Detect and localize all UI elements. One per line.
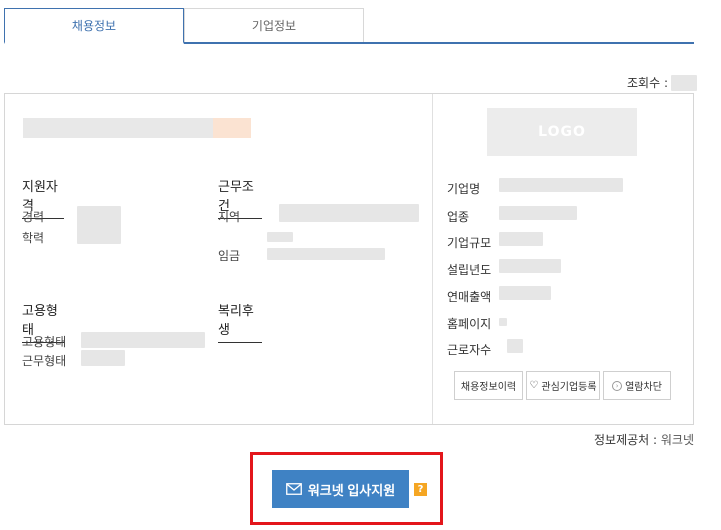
homepage-redacted	[499, 318, 507, 326]
label-company-size: 기업규모	[447, 236, 492, 250]
label-founded-year: 설립년도	[447, 263, 492, 277]
info-source: 정보제공처 : 워크넷	[594, 431, 694, 448]
apply-button[interactable]: 워크넷 입사지원	[272, 470, 409, 508]
label-education: 학력	[22, 231, 45, 245]
label-industry: 업종	[447, 210, 470, 224]
block-view-button[interactable]: › 열람차단	[603, 371, 671, 400]
view-count-value-redacted	[671, 74, 697, 91]
employment-type-value-redacted	[81, 332, 205, 348]
view-count-label: 조회수 :	[627, 76, 668, 90]
label-annual-revenue: 연매출액	[447, 290, 492, 304]
label-work-type: 근무형태	[22, 354, 67, 368]
employees-redacted	[507, 339, 523, 353]
info-source-label: 정보제공처 :	[593, 433, 658, 447]
heart-icon: ♡	[529, 380, 539, 391]
label-career: 경력	[22, 210, 45, 224]
label-employment-type: 고용형태	[22, 335, 67, 349]
info-source-value: 워크넷	[660, 433, 694, 447]
tab-bar: 채용정보 기업정보	[4, 8, 694, 44]
apply-button-label: 워크넷 입사지원	[307, 482, 396, 498]
company-name-redacted	[499, 178, 623, 192]
job-title-tag-redacted	[213, 118, 251, 138]
job-history-label: 채용정보이력	[460, 382, 517, 393]
label-region: 지역	[218, 210, 241, 224]
help-icon[interactable]: ?	[414, 483, 427, 496]
annual-revenue-redacted	[499, 286, 551, 300]
region-value-redacted	[279, 204, 419, 222]
tab-job-info[interactable]: 채용정보	[4, 8, 184, 44]
region-value-2-redacted	[267, 232, 293, 242]
label-company-name: 기업명	[447, 182, 481, 196]
favorite-company-label: 관심기업등록	[541, 382, 597, 393]
work-type-value-redacted	[81, 350, 125, 366]
section-welfare-title: 복리후생	[218, 300, 262, 343]
job-history-button[interactable]: 채용정보이력	[454, 371, 523, 400]
panel-divider	[432, 94, 433, 424]
job-detail-panel: 지원자격 경력 학력 근무조건 지역 임금 고용형태 고용형태 근무형태 복리후…	[4, 93, 694, 425]
company-logo: LOGO	[487, 108, 637, 156]
qualification-values-redacted	[77, 206, 121, 244]
envelope-icon	[285, 483, 302, 495]
block-icon: ›	[612, 380, 623, 391]
job-title-redacted	[23, 118, 213, 138]
favorite-company-button[interactable]: ♡ 관심기업등록	[526, 371, 600, 400]
founded-year-redacted	[499, 259, 561, 273]
block-view-label: 열람차단	[625, 382, 662, 393]
view-count: 조회수 :	[627, 74, 697, 91]
tab-company-info[interactable]: 기업정보	[184, 8, 364, 42]
label-employees: 근로자수	[447, 343, 492, 357]
company-size-redacted	[499, 232, 543, 246]
industry-redacted	[499, 206, 577, 220]
wage-value-redacted	[267, 248, 385, 260]
label-homepage: 홈페이지	[447, 317, 492, 331]
label-wage: 임금	[218, 249, 241, 263]
